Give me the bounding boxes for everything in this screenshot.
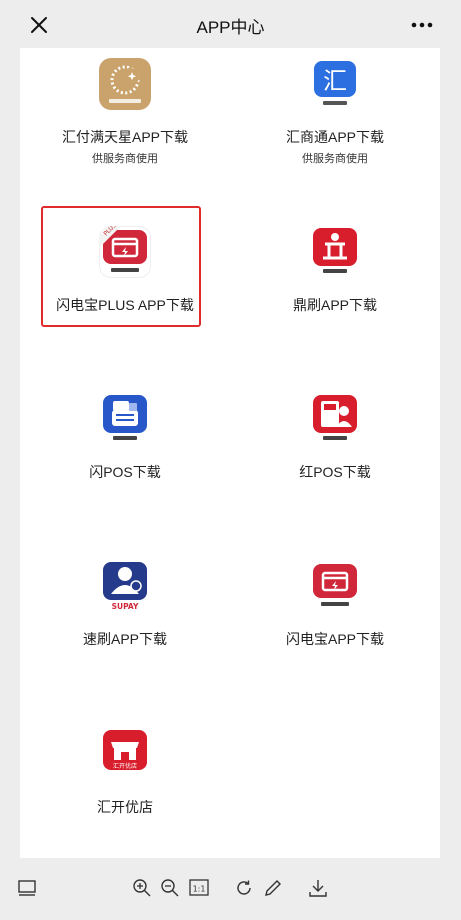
huishang-glyph: 汇: [323, 67, 347, 95]
actual-size-icon[interactable]: 1:1: [188, 877, 210, 899]
edit-icon[interactable]: [262, 877, 284, 899]
huifu-mantianxing-icon: [99, 58, 151, 110]
zoom-in-icon[interactable]: [131, 877, 153, 899]
download-icon[interactable]: [307, 877, 329, 899]
sushua-icon: SUPAY: [99, 560, 151, 612]
shandianbao-plus-icon: PLUS: [99, 226, 151, 278]
app-name: 汇付满天星APP下载: [61, 129, 188, 145]
app-name: 鼎刷APP下载: [292, 297, 377, 313]
app-item-sushua[interactable]: SUPAY 速刷APP下载: [20, 560, 230, 649]
app-subtitle: 供服务商使用: [92, 153, 158, 165]
app-name: 红POS下载: [299, 464, 371, 480]
app-item-hong-pos[interactable]: 红POS下载: [230, 393, 440, 482]
dingshua-icon: [309, 226, 361, 278]
app-name: 速刷APP下载: [82, 631, 167, 647]
app-name: 闪电宝PLUS APP下载: [56, 297, 194, 313]
layout-icon[interactable]: [16, 877, 38, 899]
huikai-youdian-icon: 汇开优店: [99, 728, 151, 780]
zoom-out-icon[interactable]: [159, 877, 181, 899]
app-name: 汇开优店: [97, 799, 153, 815]
shandianbao-icon: [309, 560, 361, 612]
huikai-text: 汇开优店: [113, 762, 137, 770]
app-item-huifu-mantianxing[interactable]: 汇付满天星APP下载 供服务商使用: [20, 58, 230, 166]
bottom-toolbar: 1:1: [0, 860, 461, 920]
app-subtitle: 供服务商使用: [302, 153, 368, 165]
app-grid: 汇付满天星APP下载 供服务商使用 汇 汇商通APP下载 供服务商使用 PLUS: [20, 48, 440, 858]
rotate-icon[interactable]: [233, 877, 255, 899]
actual-size-label: 1:1: [193, 885, 206, 894]
app-item-shan-pos[interactable]: 闪POS下载: [20, 393, 230, 482]
app-name: 闪POS下载: [89, 464, 161, 480]
app-item-dingshua[interactable]: 鼎刷APP下载: [230, 226, 440, 315]
huishangtong-icon: 汇: [309, 58, 361, 110]
app-item-shandianbao[interactable]: 闪电宝APP下载: [230, 560, 440, 649]
app-name: 汇商通APP下载: [285, 129, 384, 145]
top-nav-bar: APP中心: [0, 0, 461, 48]
app-item-huikai-youdian[interactable]: 汇开优店 汇开优店: [20, 728, 230, 817]
hong-pos-icon: [309, 393, 361, 445]
app-name: 闪电宝APP下载: [285, 631, 384, 647]
supay-text: SUPAY: [112, 602, 139, 611]
app-item-shandianbao-plus[interactable]: PLUS 闪电宝PLUS APP下载: [20, 226, 230, 315]
shan-pos-icon: [99, 393, 151, 445]
more-icon[interactable]: [409, 12, 435, 38]
app-item-huishangtong[interactable]: 汇 汇商通APP下载 供服务商使用: [230, 58, 440, 166]
page-title: APP中心: [196, 18, 265, 37]
